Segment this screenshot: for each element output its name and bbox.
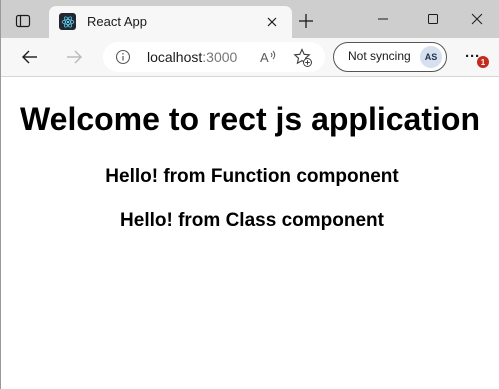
page-heading: Welcome to rect js application	[20, 101, 480, 137]
browser-window: React App localhost:3000 A Not syncing A…	[0, 0, 499, 389]
page-content: Welcome to rect js application Hello! fr…	[1, 77, 499, 389]
address-bar[interactable]: localhost:3000 A	[103, 42, 325, 72]
function-component-message: Hello! from Function component	[105, 166, 399, 187]
arrow-left-icon[interactable]	[18, 46, 42, 68]
avatar: AS	[420, 46, 442, 68]
notification-badge: 1	[477, 56, 489, 68]
more-menu-button[interactable]: ··· 1	[461, 46, 489, 68]
info-icon[interactable]	[115, 49, 131, 65]
tab-strip: React App	[1, 0, 499, 38]
read-aloud-icon[interactable]: A	[259, 48, 279, 66]
class-component-message: Hello! from Class component	[120, 210, 384, 231]
svg-text:A: A	[260, 50, 269, 65]
sync-status-label: Not syncing	[348, 49, 411, 63]
tab-react-app[interactable]: React App	[49, 6, 292, 38]
tab-title: React App	[87, 14, 147, 29]
url-host: localhost	[147, 49, 203, 65]
add-favorite-icon[interactable]	[293, 48, 313, 68]
plus-icon[interactable]	[294, 10, 318, 32]
minimize-icon[interactable]	[363, 6, 403, 32]
close-icon[interactable]	[264, 14, 280, 30]
tab-actions-icon[interactable]	[12, 10, 34, 32]
maximize-icon[interactable]	[413, 6, 453, 32]
profile-sync-button[interactable]: Not syncing AS	[333, 42, 447, 72]
url-text[interactable]: localhost:3000	[147, 49, 237, 65]
arrow-right-icon[interactable]	[62, 46, 86, 68]
window-close-icon[interactable]	[457, 6, 497, 32]
browser-toolbar: localhost:3000 A Not syncing AS ··· 1	[1, 38, 499, 77]
url-port: :3000	[202, 49, 238, 65]
react-logo-icon	[59, 13, 76, 30]
